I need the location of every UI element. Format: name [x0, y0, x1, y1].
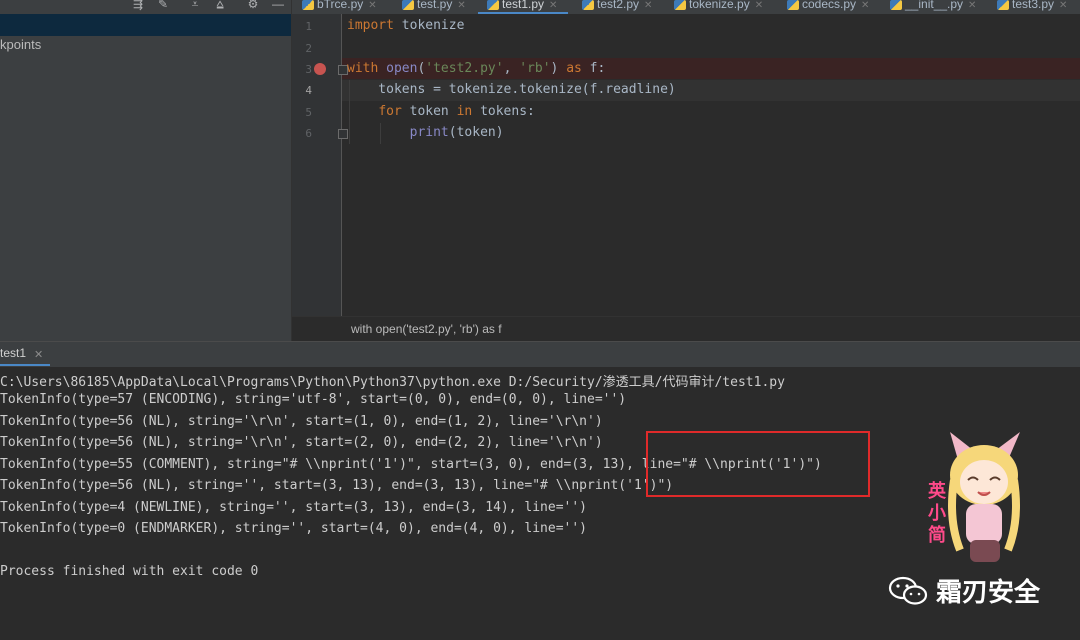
- code-line-6[interactable]: print(token): [347, 125, 504, 140]
- tab-label: bTrce.py: [317, 0, 364, 11]
- code-text: (token): [448, 125, 504, 140]
- code-line-4[interactable]: tokens = tokenize.tokenize(f.readline): [347, 82, 675, 97]
- collapse-all-icon[interactable]: ⩠: [213, 0, 227, 11]
- line-number: 1: [305, 20, 312, 33]
- breadcrumb[interactable]: with open('test2.py', 'rb') as f: [351, 322, 502, 336]
- close-icon[interactable]: ✕: [755, 0, 763, 11]
- string-literal: 'rb': [519, 61, 551, 76]
- console-line: C:\Users\86185\AppData\Local\Programs\Py…: [0, 375, 785, 390]
- python-file-icon: [302, 0, 314, 10]
- close-icon[interactable]: ✕: [644, 0, 652, 11]
- keyword: with: [347, 61, 379, 76]
- close-icon[interactable]: ✕: [368, 0, 376, 11]
- highlight-box: [646, 431, 870, 497]
- breakpoint-icon[interactable]: [314, 63, 326, 75]
- code-text: f:: [581, 61, 606, 76]
- breakpoints-toolbar: ⇶ ✎ ⩡ ⩠ ⚙ —: [0, 0, 291, 14]
- tab-label: __init__.py: [905, 0, 964, 11]
- python-file-icon: [402, 0, 414, 10]
- mascot-caption: 英小简: [928, 481, 946, 545]
- builtin: open: [386, 61, 418, 76]
- watermark-text: 霜刃安全: [936, 578, 1041, 608]
- editor-tab-bar: bTrce.py ✕ test.py ✕ test1.py ✕ test2.py ✕ t…: [292, 0, 1080, 14]
- line-number: 3: [305, 63, 312, 76]
- tab-label: test2.py: [597, 0, 640, 11]
- active-run-tab-indicator: [0, 364, 50, 366]
- keyword: import: [347, 18, 394, 33]
- console-line: TokenInfo(type=56 (NL), string='', start…: [0, 478, 674, 493]
- breakpoints-label[interactable]: kpoints: [0, 37, 41, 52]
- expand-icon[interactable]: ⇶: [131, 0, 145, 11]
- builtin: print: [409, 125, 449, 140]
- console-line: TokenInfo(type=56 (NL), string='\r\n', s…: [0, 414, 603, 429]
- close-icon[interactable]: ✕: [968, 0, 976, 11]
- close-icon[interactable]: ✕: [1059, 0, 1067, 11]
- line-number: 4: [305, 84, 312, 97]
- console-line: Process finished with exit code 0: [0, 564, 259, 579]
- console-line: TokenInfo(type=57 (ENCODING), string='ut…: [0, 392, 627, 407]
- run-panel-header: [0, 341, 1080, 368]
- tab-codecs[interactable]: codecs.py ✕: [787, 0, 869, 14]
- python-file-icon: [787, 0, 799, 10]
- python-file-icon: [674, 0, 686, 10]
- code-text: token: [401, 104, 457, 119]
- console-line: TokenInfo(type=56 (NL), string='\r\n', s…: [0, 435, 603, 450]
- line-number: 5: [305, 106, 312, 119]
- code-line-1[interactable]: import tokenize: [347, 18, 464, 33]
- tab-tokenize[interactable]: tokenize.py ✕: [674, 0, 763, 14]
- close-icon[interactable]: ✕: [861, 0, 869, 11]
- keyword: for: [378, 104, 402, 119]
- code-line-5[interactable]: for token in tokens:: [347, 104, 535, 119]
- line-number: 6: [305, 127, 312, 140]
- line-number: 2: [305, 42, 312, 55]
- tab-label: codecs.py: [802, 0, 857, 11]
- minimize-icon[interactable]: —: [271, 0, 285, 11]
- python-file-icon: [997, 0, 1009, 10]
- tab-init[interactable]: __init__.py ✕: [890, 0, 976, 14]
- tab-test3[interactable]: test3.py ✕: [997, 0, 1067, 14]
- gear-icon[interactable]: ⚙: [246, 0, 260, 11]
- code-text: tokens:: [472, 104, 535, 119]
- tab-label: test1.py: [502, 0, 545, 11]
- keyword: in: [456, 104, 473, 119]
- code-line-3[interactable]: with open('test2.py', 'rb') as f:: [347, 61, 605, 76]
- tab-btrce[interactable]: bTrce.py ✕: [302, 0, 377, 14]
- python-file-icon: [582, 0, 594, 10]
- breakpoints-panel: [0, 0, 291, 341]
- python-file-icon: [487, 0, 499, 10]
- console-line: TokenInfo(type=4 (NEWLINE), string='', s…: [0, 500, 587, 515]
- tab-label: test.py: [417, 0, 453, 11]
- edit-icon[interactable]: ✎: [156, 0, 170, 11]
- wechat-icon: [888, 576, 928, 605]
- string-literal: 'test2.py': [425, 61, 504, 76]
- console-line: TokenInfo(type=0 (ENDMARKER), string='',…: [0, 521, 587, 536]
- expand-all-icon[interactable]: ⩡: [188, 0, 202, 11]
- code-text: ,: [503, 61, 520, 76]
- code-text: ): [550, 61, 567, 76]
- line-number-gutter[interactable]: [292, 14, 342, 316]
- close-icon[interactable]: ✕: [34, 348, 43, 361]
- code-text: tokenize: [393, 18, 465, 33]
- active-tab-indicator: [478, 12, 568, 14]
- tab-label: test3.py: [1012, 0, 1055, 11]
- tab-test[interactable]: test.py ✕: [402, 0, 466, 14]
- selected-breakpoint-row[interactable]: [0, 14, 291, 36]
- python-file-icon: [890, 0, 902, 10]
- close-icon[interactable]: ✕: [457, 0, 465, 11]
- tab-label: tokenize.py: [689, 0, 750, 11]
- close-icon[interactable]: ✕: [549, 0, 557, 11]
- tab-test2[interactable]: test2.py ✕: [582, 0, 652, 14]
- keyword: as: [566, 61, 582, 76]
- run-tab[interactable]: test1: [0, 346, 26, 360]
